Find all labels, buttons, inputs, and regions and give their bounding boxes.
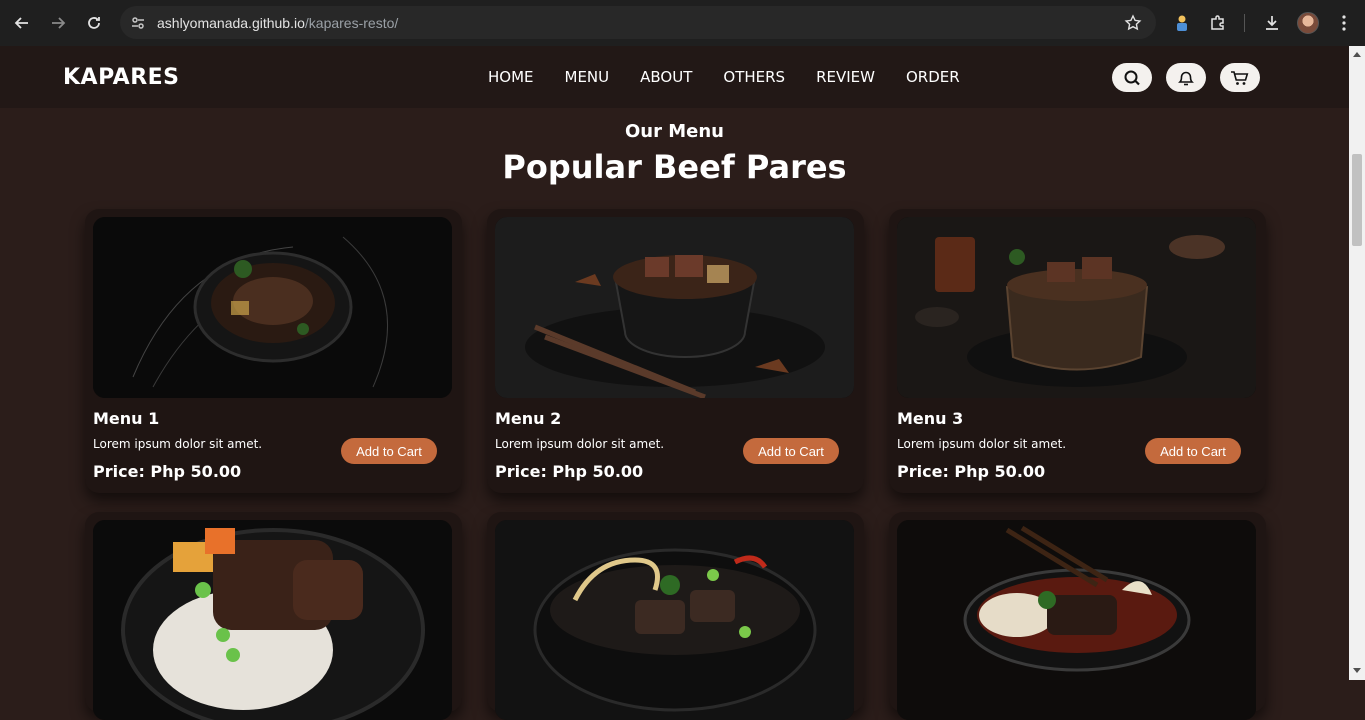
card-price: Price: Php 50.00 [93,462,242,481]
download-icon[interactable] [1260,11,1284,35]
nav-home[interactable]: HOME [488,68,534,86]
menu-card: Menu 3 Lorem ipsum dolor sit amet. Price… [889,209,1266,493]
cart-button[interactable] [1220,63,1260,92]
forward-icon[interactable] [46,11,70,35]
food-image [93,217,452,398]
notification-button[interactable] [1166,63,1206,92]
search-icon [1124,70,1140,85]
search-button[interactable] [1112,63,1152,92]
food-image [897,217,1256,398]
page-scrollbar[interactable] [1349,46,1365,680]
food-image [897,520,1256,720]
add-to-cart-button[interactable]: Add to Cart [341,438,437,464]
back-icon[interactable] [10,11,34,35]
site-settings-icon[interactable] [129,14,147,32]
card-price: Price: Php 50.00 [495,462,644,481]
nav-order[interactable]: ORDER [906,68,960,86]
cart-icon [1231,70,1249,85]
reload-icon[interactable] [82,11,106,35]
card-description: Lorem ipsum dolor sit amet. [93,437,263,451]
scroll-up-arrow[interactable] [1353,52,1361,57]
extension-figure-icon[interactable] [1170,11,1194,35]
section-title: Popular Beef Pares [502,148,847,186]
bookmark-star-icon[interactable] [1124,14,1142,32]
browser-toolbar: ashlyomanada.github.io/kapares-resto/ [0,0,1365,46]
food-image [495,520,854,720]
nav-others[interactable]: OTHERS [723,68,785,86]
food-image [495,217,854,398]
more-menu-icon[interactable] [1332,11,1356,35]
address-bar[interactable]: ashlyomanada.github.io/kapares-resto/ [120,6,1156,39]
card-title: Menu 2 [495,409,562,428]
site-logo[interactable]: KAPARES [63,65,180,90]
menu-card: Menu 1 Lorem ipsum dolor sit amet. Price… [85,209,462,493]
nav-menu[interactable]: MENU [565,68,610,86]
food-image [93,520,452,720]
menu-section: Our Menu Popular Beef Pares Menu 1 Lorem… [0,108,1349,720]
main-nav: HOME MENU ABOUT OTHERS REVIEW ORDER [488,68,991,86]
card-title: Menu 3 [897,409,964,428]
scroll-down-arrow[interactable] [1353,668,1361,673]
card-title: Menu 1 [93,409,160,428]
card-price: Price: Php 50.00 [897,462,1046,481]
card-description: Lorem ipsum dolor sit amet. [495,437,665,451]
site-header: KAPARES HOME MENU ABOUT OTHERS REVIEW OR… [0,46,1349,108]
add-to-cart-button[interactable]: Add to Cart [1145,438,1241,464]
extensions-puzzle-icon[interactable] [1206,11,1230,35]
card-description: Lorem ipsum dolor sit amet. [897,437,1067,451]
menu-card [487,512,864,720]
url-path: /kapares-resto/ [304,14,399,31]
profile-avatar[interactable] [1296,11,1320,35]
url-host: ashlyomanada.github.io [157,14,305,31]
menu-card [85,512,462,720]
bell-icon [1178,71,1194,85]
url-text: ashlyomanada.github.io/kapares-resto/ [157,15,398,31]
scrollbar-thumb[interactable] [1352,154,1362,246]
section-subtitle: Our Menu [624,121,724,142]
nav-review[interactable]: REVIEW [816,68,875,86]
avatar [1297,12,1319,34]
menu-card [889,512,1266,720]
nav-about[interactable]: ABOUT [640,68,692,86]
toolbar-divider [1244,14,1245,32]
add-to-cart-button[interactable]: Add to Cart [743,438,839,464]
menu-card: Menu 2 Lorem ipsum dolor sit amet. Price… [487,209,864,493]
